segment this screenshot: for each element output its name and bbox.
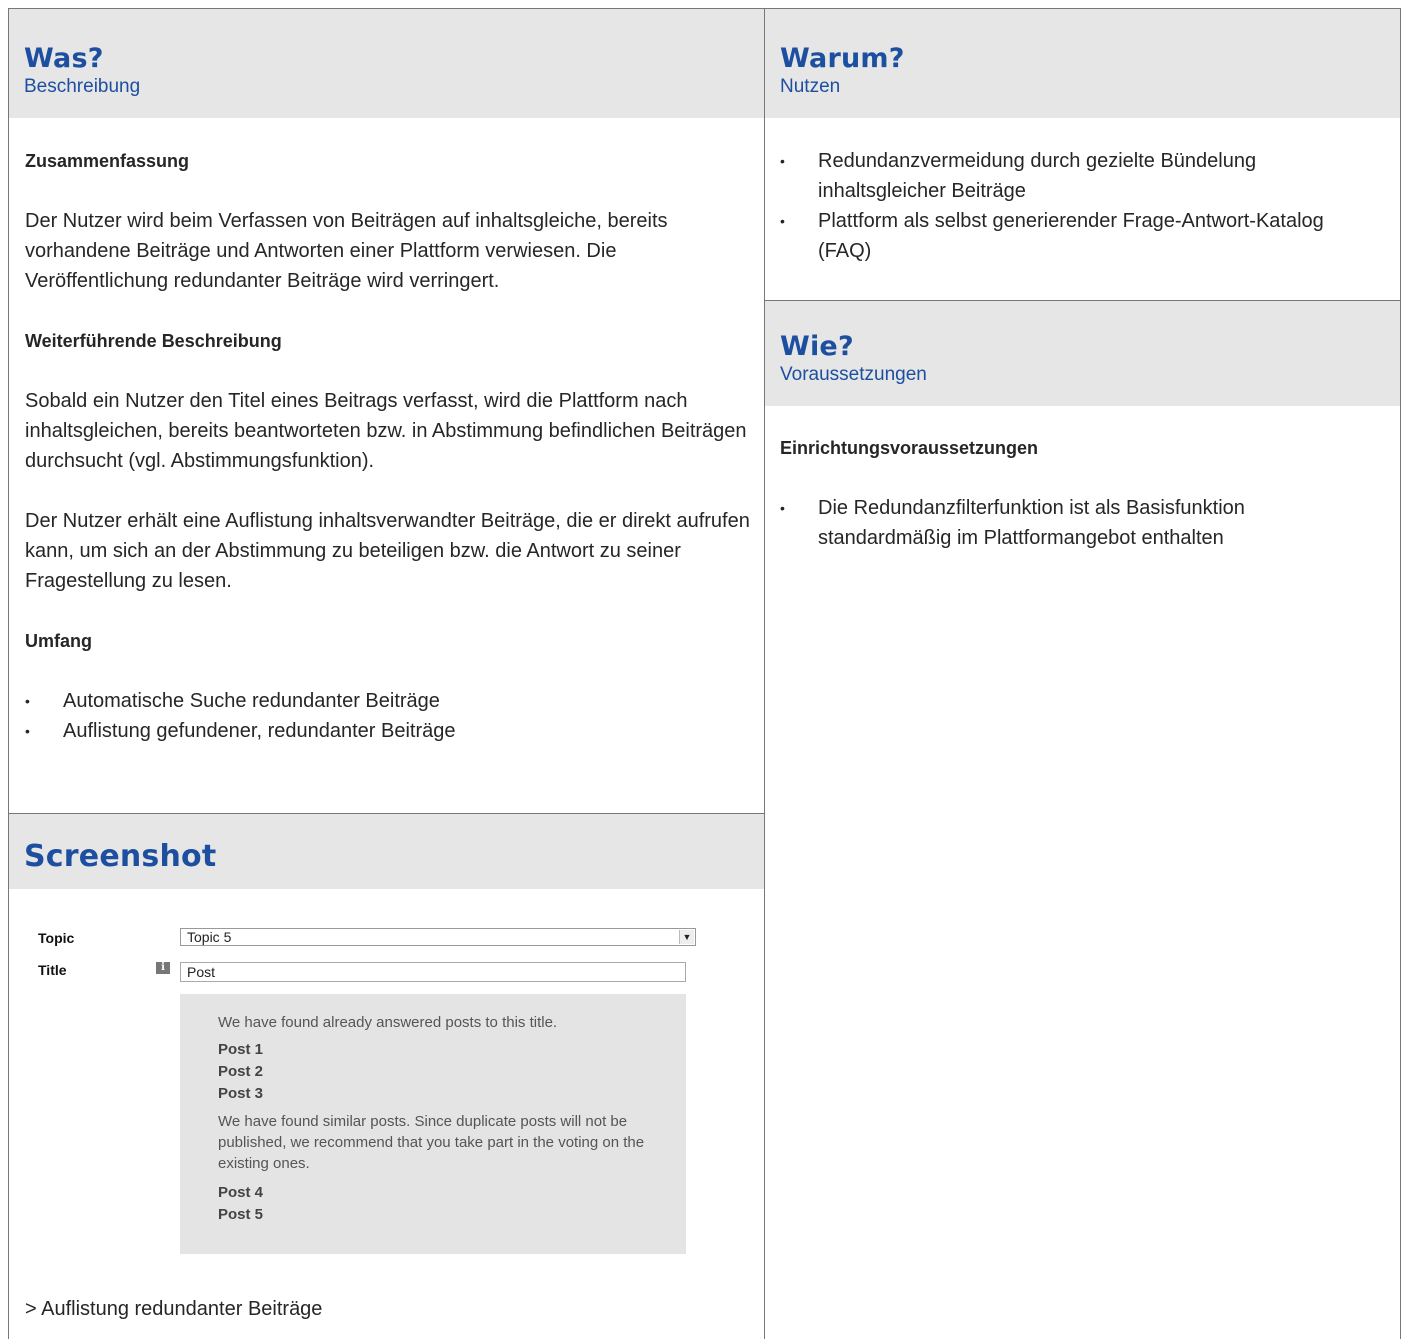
list-item: Automatische Suche redundanter Beiträge xyxy=(25,686,750,716)
scope-list: Automatische Suche redundanter Beiträge … xyxy=(25,686,750,746)
similar-message: We have found similar posts. Since dupli… xyxy=(218,1113,645,1172)
screenshot-caption: > Auflistung redundanter Beiträge xyxy=(25,1298,323,1320)
requirements-list: Die Redundanzfilterfunktion ist als Basi… xyxy=(780,493,1370,553)
warum-title: Warum? xyxy=(780,43,905,74)
title-label: Title xyxy=(38,962,67,978)
further-text-2: Der Nutzer erhält eine Auflistung inhalt… xyxy=(25,510,750,592)
was-title: Was? xyxy=(24,43,104,74)
screenshot-title: Screenshot xyxy=(24,839,217,874)
scope-heading: Umfang xyxy=(25,631,92,651)
was-content: Zusammenfassung Der Nutzer wird beim Ver… xyxy=(25,146,750,746)
wie-content: Einrichtungsvoraussetzungen Die Redundan… xyxy=(780,433,1370,553)
benefits-list: Redundanzvermeidung durch gezielte Bünde… xyxy=(780,146,1370,266)
further-heading: Weiterführende Beschreibung xyxy=(25,331,282,351)
wie-title: Wie? xyxy=(780,331,854,362)
list-item: Plattform als selbst generierender Frage… xyxy=(780,206,1370,266)
was-subtitle: Beschreibung xyxy=(24,76,141,97)
warum-subtitle: Nutzen xyxy=(780,76,841,97)
post-link[interactable]: Post 2 xyxy=(218,1061,656,1083)
post-link[interactable]: Post 1 xyxy=(218,1039,656,1061)
further-text-1: Sobald ein Nutzer den Titel eines Beitra… xyxy=(25,390,747,472)
list-item: Die Redundanzfilterfunktion ist als Basi… xyxy=(780,493,1370,553)
list-item: Auflistung gefundener, redundanter Beitr… xyxy=(25,716,750,746)
screenshot-header: Screenshot xyxy=(9,814,764,889)
column-divider xyxy=(764,8,765,1339)
summary-heading: Zusammenfassung xyxy=(25,151,190,171)
wie-header: Wie? Voraussetzungen xyxy=(765,301,1400,406)
info-icon[interactable]: i xyxy=(156,962,170,974)
list-item: Redundanzvermeidung durch gezielte Bünde… xyxy=(780,146,1370,206)
summary-text: Der Nutzer wird beim Verfassen von Beitr… xyxy=(25,210,668,292)
wie-subtitle: Voraussetzungen xyxy=(780,364,927,385)
topic-label: Topic xyxy=(38,930,75,946)
topic-value: Topic 5 xyxy=(187,929,232,945)
was-header: Was? Beschreibung xyxy=(9,9,764,118)
topic-select[interactable]: Topic 5 ▼ xyxy=(180,928,696,946)
requirements-heading: Einrichtungsvoraussetzungen xyxy=(780,438,1039,458)
warum-header: Warum? Nutzen xyxy=(765,9,1400,118)
warum-content: Redundanzvermeidung durch gezielte Bünde… xyxy=(780,146,1370,266)
suggestions-panel: We have found already answered posts to … xyxy=(180,994,686,1254)
dropdown-arrow-icon[interactable]: ▼ xyxy=(679,930,694,944)
post-link[interactable]: Post 3 xyxy=(218,1083,656,1105)
embedded-screenshot: Topic Topic 5 ▼ Title i Post We have fou… xyxy=(30,926,710,1266)
answered-message: We have found already answered posts to … xyxy=(218,1014,558,1031)
post-link[interactable]: Post 5 xyxy=(218,1204,656,1226)
title-input[interactable]: Post xyxy=(180,962,686,982)
post-link[interactable]: Post 4 xyxy=(218,1182,656,1204)
